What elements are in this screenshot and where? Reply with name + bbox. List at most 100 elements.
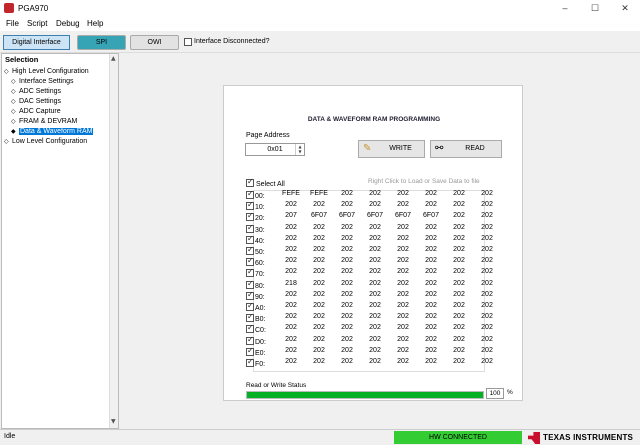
ram-cell[interactable]: 202 <box>473 224 501 231</box>
maximize-button[interactable]: ☐ <box>580 0 610 17</box>
ram-cell[interactable]: 202 <box>417 280 445 287</box>
row-checkbox[interactable] <box>246 211 254 222</box>
ram-cell[interactable]: 202 <box>361 235 389 242</box>
ram-cell[interactable]: 202 <box>277 201 305 208</box>
ram-cell[interactable]: 207 <box>277 212 305 219</box>
row-select[interactable]: F0: <box>246 357 265 368</box>
ram-cell[interactable]: 202 <box>417 324 445 331</box>
ram-cell[interactable]: 202 <box>445 358 473 365</box>
ram-cell[interactable]: 202 <box>389 358 417 365</box>
ram-cell[interactable]: 202 <box>277 336 305 343</box>
row-select[interactable]: A0: <box>246 301 266 312</box>
tree-item[interactable]: ◇ ADC Capture <box>11 108 61 115</box>
ram-cell[interactable]: 202 <box>473 324 501 331</box>
ram-cell[interactable]: 202 <box>445 280 473 287</box>
ram-cell[interactable]: 6F07 <box>361 212 389 219</box>
ram-cell[interactable]: 202 <box>305 246 333 253</box>
ram-cell[interactable]: 202 <box>277 358 305 365</box>
ram-cell[interactable]: 202 <box>361 358 389 365</box>
ram-cell[interactable]: 202 <box>277 291 305 298</box>
write-button[interactable]: ✎ WRITE <box>358 140 425 158</box>
row-checkbox[interactable] <box>246 234 254 244</box>
select-all-checkbox[interactable] <box>246 177 254 187</box>
ram-cell[interactable]: 202 <box>417 224 445 231</box>
ram-cell[interactable]: 202 <box>389 291 417 298</box>
ram-cell[interactable]: 202 <box>389 280 417 287</box>
ram-cell[interactable]: 6F07 <box>333 212 361 219</box>
ram-cell[interactable]: 202 <box>305 224 333 231</box>
ram-cell[interactable]: 202 <box>417 358 445 365</box>
ram-cell[interactable]: 202 <box>361 280 389 287</box>
ram-cell[interactable]: 202 <box>473 257 501 264</box>
read-button[interactable]: ⚯ READ <box>430 140 502 158</box>
ram-cell[interactable]: 202 <box>389 201 417 208</box>
ram-cell[interactable]: 202 <box>361 246 389 253</box>
ram-cell[interactable]: 202 <box>417 347 445 354</box>
ram-cell[interactable]: 202 <box>277 268 305 275</box>
ram-cell[interactable]: 202 <box>361 336 389 343</box>
ram-cell[interactable]: 202 <box>361 201 389 208</box>
ram-cell[interactable]: 202 <box>333 235 361 242</box>
ram-cell[interactable]: 202 <box>361 347 389 354</box>
tree-item[interactable]: ◇ Low Level Configuration <box>4 138 87 145</box>
ram-cell[interactable]: 6F07 <box>417 212 445 219</box>
tree-item[interactable]: ◇ DAC Settings <box>11 98 61 105</box>
select-all[interactable]: Select All <box>246 177 285 188</box>
scroll-up-icon[interactable]: ▲ <box>111 55 116 62</box>
row-checkbox[interactable] <box>246 189 254 199</box>
ram-cell[interactable]: 202 <box>473 212 501 219</box>
ram-cell[interactable]: 202 <box>473 235 501 242</box>
ram-cell[interactable]: 202 <box>445 246 473 253</box>
tree-item[interactable]: ◇ FRAM & DEVRAM <box>11 118 77 125</box>
row-checkbox[interactable] <box>246 290 254 300</box>
ram-cell[interactable]: 202 <box>445 268 473 275</box>
row-checkbox[interactable] <box>246 256 254 267</box>
row-select[interactable]: 40: <box>246 234 265 245</box>
ram-cell[interactable]: 202 <box>333 324 361 331</box>
ram-cell[interactable]: 202 <box>361 190 389 197</box>
ram-cell[interactable]: 202 <box>417 336 445 343</box>
row-checkbox[interactable] <box>246 245 254 255</box>
ram-cell[interactable]: 202 <box>333 336 361 343</box>
ram-cell[interactable]: 202 <box>445 224 473 231</box>
tree-item[interactable]: ◇ Interface Settings <box>11 78 73 85</box>
menu-file[interactable]: File <box>6 19 19 28</box>
ram-cell[interactable]: 202 <box>389 324 417 331</box>
ram-cell[interactable]: 202 <box>473 246 501 253</box>
ram-cell[interactable]: 202 <box>305 201 333 208</box>
ram-cell[interactable]: 202 <box>389 313 417 320</box>
row-checkbox[interactable] <box>246 223 254 233</box>
row-checkbox[interactable] <box>246 301 254 311</box>
ram-cell[interactable]: 202 <box>305 280 333 287</box>
ram-cell[interactable]: 202 <box>445 347 473 354</box>
ram-cell[interactable]: 202 <box>277 324 305 331</box>
ram-cell[interactable]: 202 <box>473 201 501 208</box>
ram-cell[interactable]: 202 <box>277 313 305 320</box>
ram-cell[interactable]: 202 <box>361 268 389 275</box>
ram-cell[interactable]: 202 <box>361 313 389 320</box>
row-checkbox[interactable] <box>246 267 254 278</box>
row-select[interactable]: 30: <box>246 223 265 234</box>
ram-cell[interactable]: 6F07 <box>305 212 333 219</box>
menu-debug[interactable]: Debug <box>56 19 80 28</box>
ram-cell[interactable]: 202 <box>305 302 333 309</box>
row-select[interactable]: 60: <box>246 256 265 267</box>
ram-cell[interactable]: 202 <box>389 235 417 242</box>
main-scrollbar[interactable] <box>631 53 640 429</box>
page-address-field[interactable]: 0x01 ▲ ▼ <box>245 143 305 156</box>
ram-cell[interactable]: 202 <box>305 268 333 275</box>
ram-cell[interactable]: 202 <box>333 313 361 320</box>
row-select[interactable]: 80: <box>246 279 265 290</box>
ram-cell[interactable]: 202 <box>445 302 473 309</box>
ram-cell[interactable]: 202 <box>417 235 445 242</box>
row-checkbox[interactable] <box>246 279 254 289</box>
ram-cell[interactable]: 202 <box>389 190 417 197</box>
ram-cell[interactable]: FEFE <box>305 190 333 197</box>
row-select[interactable]: 20: <box>246 211 265 222</box>
ram-cell[interactable]: 218 <box>277 280 305 287</box>
ram-cell[interactable]: 202 <box>445 212 473 219</box>
ram-cell[interactable]: 202 <box>389 302 417 309</box>
row-select[interactable]: 90: <box>246 290 265 301</box>
ram-cell[interactable]: 202 <box>445 313 473 320</box>
row-select[interactable]: B0: <box>246 312 266 323</box>
